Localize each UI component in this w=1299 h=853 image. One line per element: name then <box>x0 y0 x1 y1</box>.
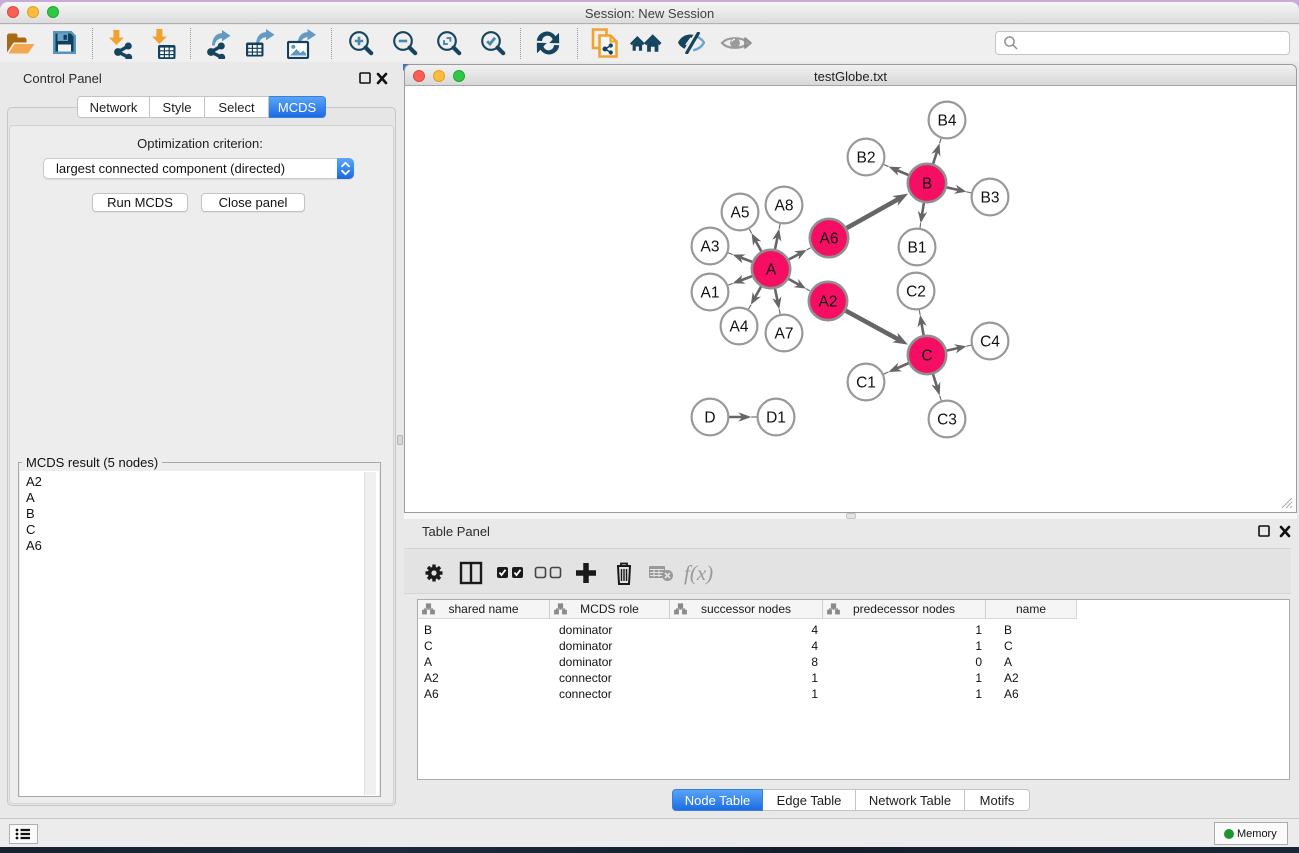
svg-text:A4: A4 <box>730 319 749 336</box>
svg-text:A7: A7 <box>775 326 794 343</box>
svg-text:C4: C4 <box>980 334 1000 351</box>
svg-text:B4: B4 <box>938 113 957 130</box>
svg-text:A6: A6 <box>820 231 839 248</box>
svg-text:B3: B3 <box>981 190 1000 207</box>
svg-text:A5: A5 <box>731 205 750 222</box>
svg-text:A1: A1 <box>701 285 720 302</box>
svg-text:A2: A2 <box>819 294 838 311</box>
svg-text:D: D <box>704 410 715 427</box>
svg-text:B: B <box>922 176 932 193</box>
svg-text:C: C <box>921 348 932 365</box>
svg-text:A3: A3 <box>701 239 720 256</box>
svg-text:A: A <box>766 262 777 279</box>
svg-text:B2: B2 <box>857 150 876 167</box>
svg-text:C2: C2 <box>906 284 926 301</box>
svg-text:C3: C3 <box>937 412 957 429</box>
svg-text:B1: B1 <box>908 240 927 257</box>
svg-text:D1: D1 <box>766 410 786 427</box>
svg-text:C1: C1 <box>856 375 876 392</box>
svg-text:A8: A8 <box>775 198 794 215</box>
